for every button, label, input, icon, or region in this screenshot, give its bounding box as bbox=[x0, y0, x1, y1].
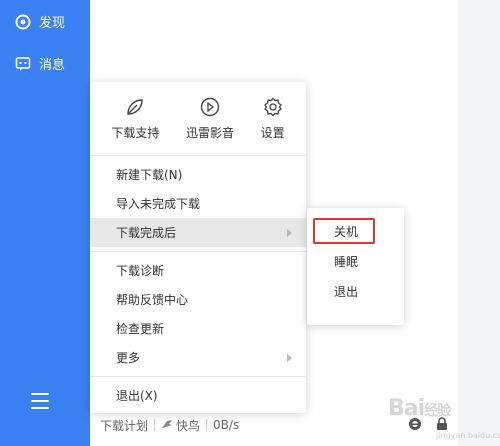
gear-icon bbox=[262, 96, 284, 118]
menu-item-check-update[interactable]: 检查更新 bbox=[90, 314, 306, 343]
message-icon bbox=[14, 55, 32, 73]
fast-bird-button[interactable]: 快鸟 bbox=[161, 417, 200, 434]
sidebar-item-discover[interactable]: 发现 bbox=[14, 12, 65, 31]
watermark-url: jingyan.baidu.com bbox=[436, 431, 500, 440]
menu-item-after-download[interactable]: 下载完成后 bbox=[90, 218, 306, 247]
hamburger-icon[interactable] bbox=[31, 393, 49, 409]
main-menu: 下载支持 迅雷影音 设置 新建下载(N) 导入未完成下载 下载完成后 下载诊断 … bbox=[90, 82, 306, 413]
settings-button[interactable]: 设置 bbox=[261, 96, 285, 141]
menu-section-download: 新建下载(N) 导入未完成下载 下载完成后 bbox=[90, 156, 306, 252]
menu-item-exit[interactable]: 退出(X) bbox=[90, 381, 306, 410]
menu-section-help: 下载诊断 帮助反馈中心 检查更新 更多 bbox=[90, 252, 306, 377]
submenu-item-sleep[interactable]: 睡眠 bbox=[307, 246, 404, 276]
bird-icon bbox=[161, 418, 173, 432]
play-circle-icon bbox=[199, 96, 221, 118]
menu-item-more[interactable]: 更多 bbox=[90, 343, 306, 372]
xunlei-player-button[interactable]: 迅雷影音 bbox=[186, 96, 234, 141]
divider bbox=[206, 419, 208, 431]
sidebar-item-label: 消息 bbox=[39, 58, 66, 73]
menu-section-exit: 退出(X) bbox=[90, 377, 306, 414]
submenu-arrow-icon bbox=[287, 228, 292, 237]
submenu-arrow-icon bbox=[287, 353, 292, 362]
submenu-item-exit[interactable]: 退出 bbox=[307, 276, 404, 306]
menu-item-import-unfinished[interactable]: 导入未完成下载 bbox=[90, 189, 306, 218]
menu-top-buttons: 下载支持 迅雷影音 设置 bbox=[90, 82, 306, 156]
download-support-button[interactable]: 下载支持 bbox=[111, 96, 159, 141]
right-edge-panel bbox=[458, 0, 500, 446]
leaf-icon bbox=[124, 96, 146, 118]
sidebar-item-messages[interactable]: 消息 bbox=[14, 54, 65, 73]
watermark-logo: Bai经验 bbox=[388, 396, 451, 421]
sidebar-item-label: 发现 bbox=[39, 16, 66, 31]
menu-item-diagnose[interactable]: 下载诊断 bbox=[90, 256, 306, 285]
highlight-annotation-box bbox=[313, 218, 375, 244]
divider bbox=[154, 419, 156, 431]
speed-readout: 0B/s bbox=[213, 418, 240, 432]
download-plan-button[interactable]: 下载计划 bbox=[100, 417, 148, 434]
menu-item-help-feedback[interactable]: 帮助反馈中心 bbox=[90, 285, 306, 314]
menu-item-new-download[interactable]: 新建下载(N) bbox=[90, 160, 306, 189]
sidebar: 发现 消息 bbox=[0, 0, 90, 446]
discover-icon bbox=[14, 13, 32, 31]
